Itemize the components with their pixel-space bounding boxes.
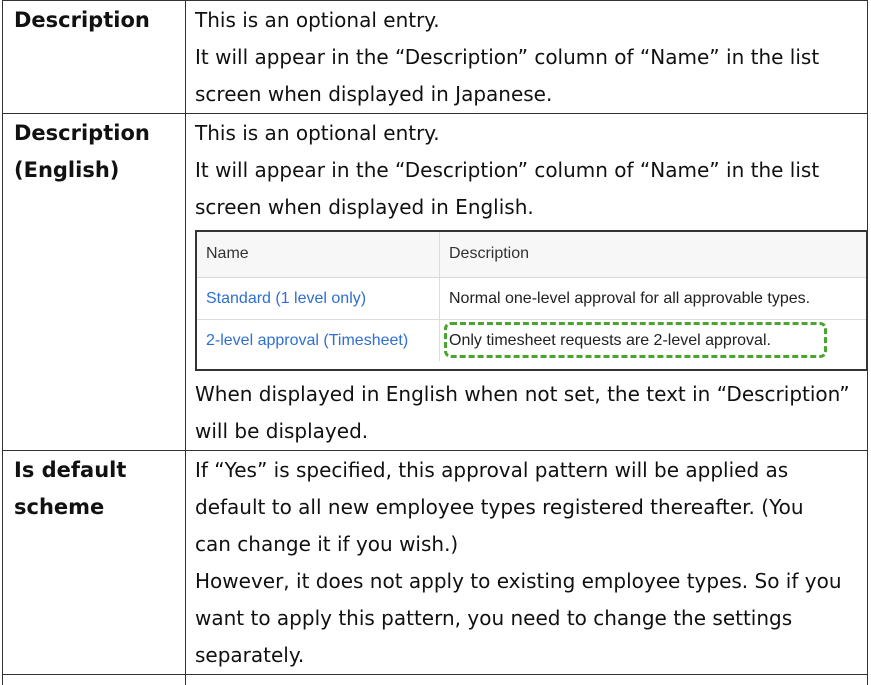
content-line: default to all new employee types regist… bbox=[195, 489, 861, 526]
settings-description-table: Description This is an optional entry. I… bbox=[2, 0, 868, 685]
list-header-row: Name Description bbox=[197, 232, 866, 278]
approval-list-table: Name Description Standard (1 level only)… bbox=[197, 232, 866, 361]
row-label-cell: Is default scheme bbox=[3, 451, 186, 675]
content-line: screen when displayed in English. bbox=[195, 189, 861, 226]
row-label: Description bbox=[14, 115, 177, 152]
content-line: want to apply this pattern, you need to … bbox=[195, 600, 861, 637]
table-row-next-partial bbox=[3, 675, 868, 685]
approval-pattern-link[interactable]: 2-level approval (Timesheet) bbox=[206, 332, 408, 349]
row-content-cell: This is an optional entry. It will appea… bbox=[186, 114, 868, 451]
column-header-name: Name bbox=[197, 232, 440, 278]
list-cell-name: Standard (1 level only) bbox=[197, 278, 440, 320]
row-label-cell bbox=[3, 675, 186, 685]
content-line: separately. bbox=[195, 637, 861, 674]
row-label: Description bbox=[14, 2, 177, 39]
list-row: 2-level approval (Timesheet) Only timesh… bbox=[197, 320, 866, 362]
row-content-cell bbox=[186, 675, 868, 685]
table-row-is-default-scheme: Is default scheme If “Yes” is specified,… bbox=[3, 451, 868, 675]
row-label-cell: Description (English) bbox=[3, 114, 186, 451]
list-cell-description: Only timesheet requests are 2-level appr… bbox=[440, 320, 867, 362]
list-cell-description: Normal one-level approval for all approv… bbox=[440, 278, 867, 320]
table-row-description-english: Description (English) This is an optiona… bbox=[3, 114, 868, 451]
column-header-description: Description bbox=[440, 232, 867, 278]
row-content-cell: This is an optional entry. It will appea… bbox=[186, 1, 868, 114]
content-line: This is an optional entry. bbox=[195, 115, 861, 152]
content-line: It will appear in the “Description” colu… bbox=[195, 39, 861, 76]
embedded-list-screenshot: Name Description Standard (1 level only)… bbox=[195, 230, 868, 371]
content-line: can change it if you wish.) bbox=[195, 526, 861, 563]
list-row: Standard (1 level only) Normal one-level… bbox=[197, 278, 866, 320]
content-line: When displayed in English when not set, … bbox=[195, 376, 861, 413]
approval-pattern-link[interactable]: Standard (1 level only) bbox=[206, 290, 366, 307]
row-label-cell: Description bbox=[3, 1, 186, 114]
list-cell-name: 2-level approval (Timesheet) bbox=[197, 320, 440, 362]
content-line: It will appear in the “Description” colu… bbox=[195, 152, 861, 189]
content-line: This is an optional entry. bbox=[195, 2, 861, 39]
content-line: screen when displayed in Japanese. bbox=[195, 76, 861, 113]
table-row-description: Description This is an optional entry. I… bbox=[3, 1, 868, 114]
row-label: Is default bbox=[14, 452, 177, 489]
row-label: (English) bbox=[14, 152, 177, 189]
content-line: will be displayed. bbox=[195, 413, 861, 450]
content-line: If “Yes” is specified, this approval pat… bbox=[195, 452, 861, 489]
row-label: scheme bbox=[14, 489, 177, 526]
row-content-cell: If “Yes” is specified, this approval pat… bbox=[186, 451, 868, 675]
content-line: However, it does not apply to existing e… bbox=[195, 563, 861, 600]
